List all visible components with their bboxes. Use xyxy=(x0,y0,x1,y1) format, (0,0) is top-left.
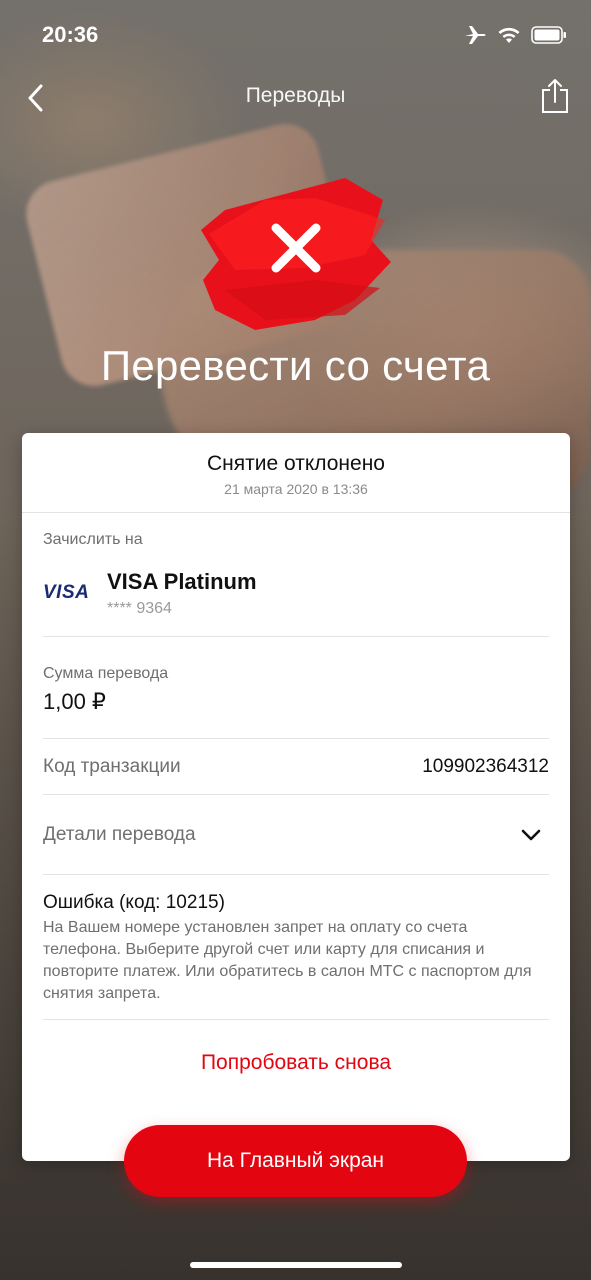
transaction-label: Код транзакции xyxy=(43,755,181,777)
share-icon xyxy=(542,79,568,113)
details-label: Детали перевода xyxy=(43,823,196,845)
error-message: На Вашем номере установлен запрет на опл… xyxy=(43,919,532,1002)
chevron-down-icon xyxy=(521,829,541,840)
wifi-icon xyxy=(498,27,520,43)
status-icons xyxy=(463,24,567,46)
share-button[interactable] xyxy=(535,74,575,118)
error-cross-icon xyxy=(201,178,391,330)
home-indicator xyxy=(190,1262,402,1268)
card-name: VISA Platinum xyxy=(107,569,257,594)
card-header: Снятие отклонено 21 марта 2020 в 13:36 xyxy=(22,433,570,513)
status-bar: 20:36 xyxy=(0,0,591,70)
page-title: Перевести со счета xyxy=(100,342,491,389)
battery-icon xyxy=(531,26,566,44)
retry-button[interactable]: Попробовать снова xyxy=(22,1051,570,1075)
nav-bar: Переводы xyxy=(0,70,591,126)
error-section: Ошибка (код: 10215) На Вашем номере уста… xyxy=(43,875,549,1020)
transfer-status: Снятие отклонено xyxy=(207,452,385,475)
error-title: Ошибка (код: 10215) xyxy=(43,892,225,913)
transfer-date: 21 марта 2020 в 13:36 xyxy=(224,481,368,497)
details-toggle[interactable]: Детали перевода xyxy=(43,795,549,875)
card-number: **** 9364 xyxy=(107,600,172,617)
amount-section: Сумма перевода 1,00 ₽ xyxy=(43,637,549,739)
status-time: 20:36 xyxy=(42,22,99,47)
credit-to-section: Зачислить на VISA VISA Platinum **** 936… xyxy=(43,513,549,637)
amount-label: Сумма перевода xyxy=(43,665,169,682)
transaction-code: 109902364312 xyxy=(422,755,549,777)
transaction-section: Код транзакции 109902364312 xyxy=(43,739,549,795)
credit-to-label: Зачислить на xyxy=(43,531,143,548)
visa-logo: VISA xyxy=(43,582,90,603)
transfer-result-card: Снятие отклонено 21 марта 2020 в 13:36 З… xyxy=(22,433,570,1161)
nav-title: Переводы xyxy=(245,84,346,107)
home-screen-button[interactable]: На Главный экран xyxy=(124,1125,467,1197)
airplane-mode-icon xyxy=(465,26,486,44)
amount-value: 1,00 ₽ xyxy=(43,689,106,714)
